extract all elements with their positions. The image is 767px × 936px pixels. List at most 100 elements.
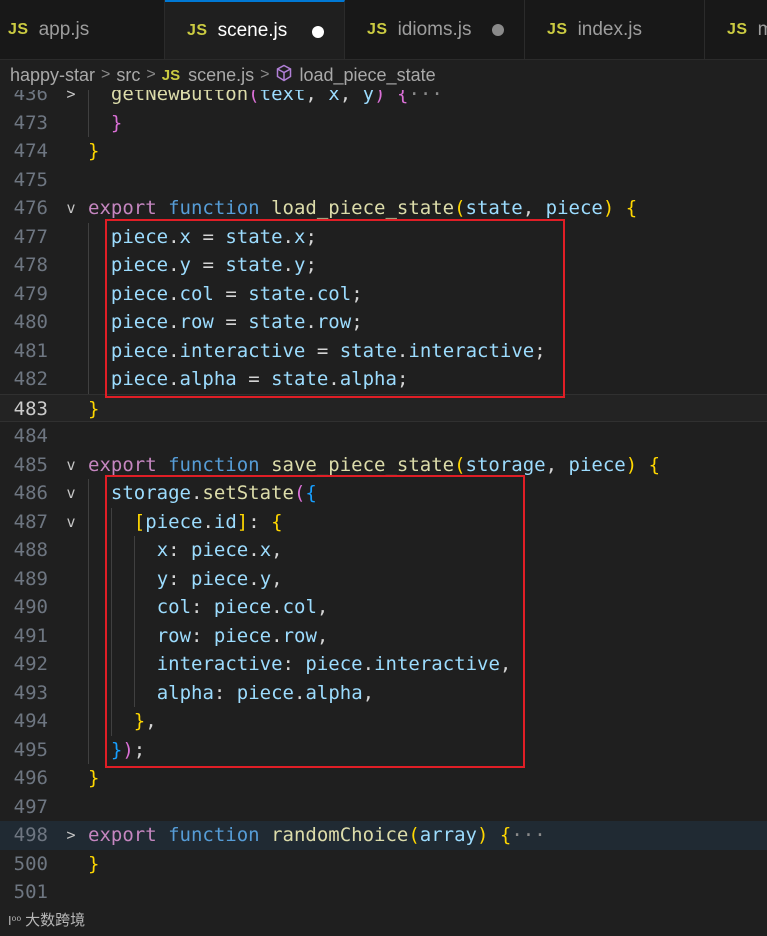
code-line[interactable]: 495}); — [0, 735, 767, 765]
code-token: state — [248, 311, 306, 333]
tab-app-js[interactable]: JS app.js — [0, 0, 165, 59]
indent-guide — [133, 621, 135, 650]
code-line[interactable]: 492 interactive: piece.interactive, — [0, 650, 767, 679]
line-number: 501 — [13, 881, 48, 903]
code-line[interactable]: 481 piece.interactive = state.interactive… — [0, 336, 767, 365]
chevron-down-icon[interactable]: v — [62, 451, 80, 480]
code-line[interactable]: 474} — [0, 137, 767, 166]
line-number: 486 — [13, 482, 48, 504]
code-token: alpha — [339, 368, 397, 390]
code-token: ( — [293, 482, 306, 504]
code-line[interactable]: 489 y: piece.y, — [0, 564, 767, 593]
code-line[interactable]: 486 v storage.setState({ — [0, 479, 767, 508]
line-number: 436 — [13, 88, 48, 105]
code-token: piece — [236, 681, 294, 704]
code-line[interactable]: 488 x: piece.x, — [0, 536, 767, 565]
code-token: . — [282, 225, 294, 248]
code-token: . — [362, 653, 375, 675]
code-line[interactable]: 493 alpha: piece.alpha, — [0, 678, 767, 707]
breadcrumb-item-src[interactable]: src — [116, 65, 140, 86]
breadcrumb-item-folder[interactable]: happy-star — [10, 65, 95, 86]
code-token: piece — [568, 453, 626, 476]
code-text: }); — [111, 736, 145, 765]
code-token: { — [648, 453, 661, 476]
code-line[interactable]: 494}, — [0, 707, 767, 736]
line-number: 480 — [13, 311, 48, 333]
tab-overflow[interactable]: JS m — [705, 0, 767, 59]
code-line[interactable]: 500} — [0, 850, 767, 879]
indent-guide — [88, 308, 89, 337]
code-token: , — [362, 681, 375, 704]
indent-guide — [88, 650, 89, 679]
breadcrumb-item-symbol[interactable]: load_piece_state — [299, 65, 435, 86]
tab-scene-js[interactable]: JS scene.js — [165, 0, 345, 59]
code-text: piece.col = state.col; — [111, 280, 363, 309]
indent-guide — [110, 564, 112, 593]
code-line[interactable]: 436 > getNewButton(text, x, y) {··· — [0, 88, 767, 109]
unsaved-dot-icon[interactable] — [492, 24, 504, 36]
code-token: state — [271, 368, 329, 390]
tab-index-js[interactable]: JS index.js — [525, 0, 705, 59]
code-line[interactable]: 473} — [0, 108, 767, 137]
code-line[interactable]: 477 piece.x = state.x; — [0, 222, 767, 251]
code-text: piece.alpha = state.alpha; — [111, 365, 409, 394]
code-line[interactable]: 475 — [0, 166, 767, 195]
code-token: piece — [213, 624, 272, 647]
chevron-down-icon[interactable]: v — [62, 194, 80, 223]
code-line[interactable]: 484 — [0, 422, 767, 451]
indent-guide — [110, 650, 112, 679]
chevron-right-icon[interactable]: > — [62, 821, 80, 850]
indent-guide — [88, 279, 89, 308]
code-token: , — [305, 88, 329, 105]
vscode-window: JS app.js JS scene.js JS idioms.js JS in… — [0, 0, 767, 936]
code-line[interactable]: 479 piece.col = state.col; — [0, 279, 767, 309]
code-token: . — [168, 225, 180, 248]
chevron-down-icon[interactable]: v — [62, 479, 80, 508]
code-token: ( — [408, 824, 420, 846]
chevron-down-icon[interactable]: v — [62, 508, 80, 537]
line-number: 493 — [13, 681, 48, 704]
line-number: 474 — [13, 140, 48, 162]
chevron-right-icon[interactable]: > — [62, 88, 80, 109]
code-line[interactable]: 480 piece.row = state.row; — [0, 308, 767, 337]
code-token: ] — [236, 510, 249, 533]
unsaved-dot-icon[interactable] — [312, 26, 324, 38]
code-line[interactable]: 496} — [0, 764, 767, 793]
tab-idioms-js[interactable]: JS idioms.js — [345, 0, 525, 59]
indent-guide — [88, 507, 89, 536]
code-token: = — [191, 254, 226, 276]
code-line[interactable]: 478 piece.y = state.y; — [0, 251, 767, 280]
code-line[interactable]: 485 v export function save_piece_state(sto… — [0, 451, 767, 480]
code-token: state — [225, 254, 283, 276]
code-line[interactable]: 498 > export function randomChoice(array) … — [0, 821, 767, 850]
code-line[interactable]: 497 — [0, 793, 767, 822]
code-token: , — [316, 596, 329, 618]
indent-guide — [88, 707, 89, 736]
code-token: alpha — [156, 681, 214, 704]
indent-guide — [88, 735, 89, 764]
code-token: . — [248, 567, 260, 590]
line-number: 494 — [13, 710, 48, 732]
indent-guide — [88, 336, 89, 365]
code-token: . — [168, 339, 180, 362]
code-token: } — [88, 140, 100, 162]
line-number: 478 — [13, 254, 48, 276]
line-number: 475 — [13, 168, 48, 191]
code-line[interactable]: 476 v export function load_piece_state(sta… — [0, 194, 767, 223]
indent-guide — [133, 650, 135, 679]
code-editor[interactable]: 436 > getNewButton(text, x, y) {··· 473} 474… — [0, 88, 767, 936]
code-line[interactable]: 487 v [piece.id]: { — [0, 507, 767, 537]
code-token: x — [328, 88, 340, 105]
code-line[interactable]: 501 — [0, 878, 767, 907]
breadcrumb-item-file[interactable]: scene.js — [188, 65, 254, 86]
code-line[interactable]: 482 piece.alpha = state.alpha; — [0, 365, 767, 394]
code-token: piece — [110, 339, 169, 362]
code-line[interactable]: 491 row: piece.row, — [0, 621, 767, 650]
code-line[interactable]: 483} — [0, 393, 767, 422]
code-line[interactable]: 490 col: piece.col, — [0, 593, 767, 622]
code-token: . — [168, 282, 180, 305]
